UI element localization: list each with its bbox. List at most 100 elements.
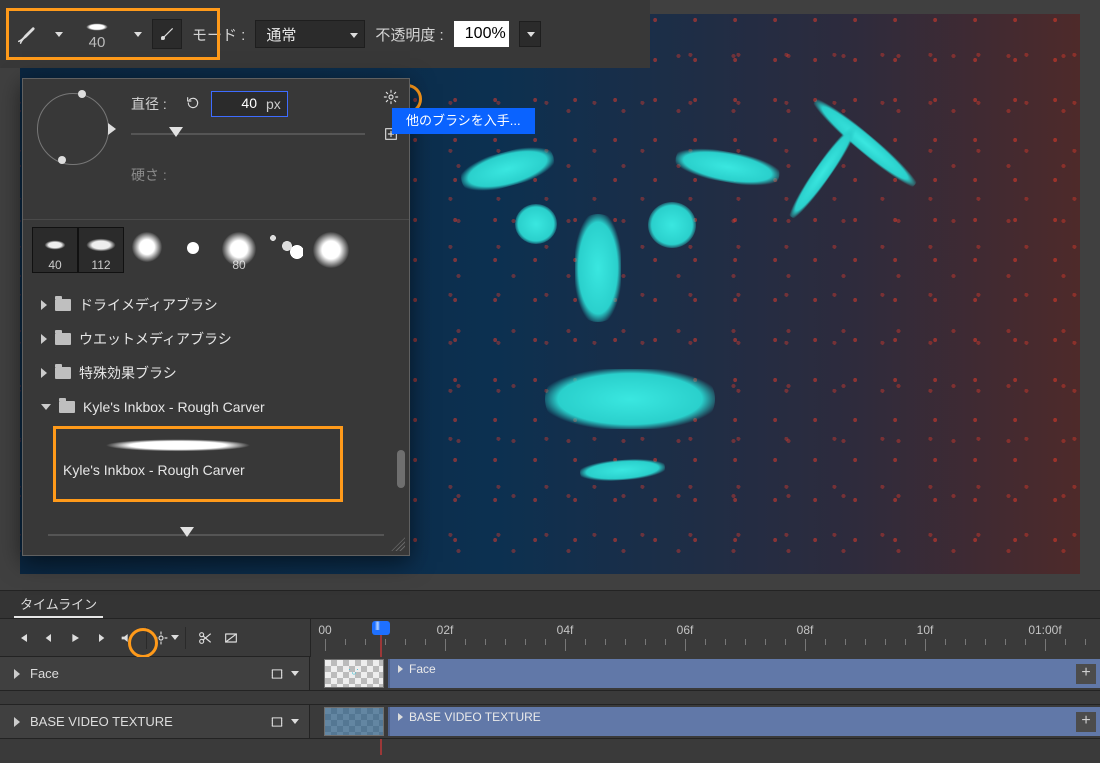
brush-preset-panel: 直径 : 40 px 硬さ : — [22, 78, 410, 556]
brush-preset-dropdown-icon[interactable] — [134, 32, 142, 37]
add-keyframe-button[interactable]: + — [1076, 712, 1096, 732]
recent-brush-size: 40 — [48, 258, 61, 272]
clip-base[interactable]: BASE VIDEO TEXTURE — [388, 707, 1100, 736]
brush-folder-wet[interactable]: ウエットメディアブラシ — [23, 322, 409, 356]
recent-brush-3[interactable] — [125, 228, 169, 272]
ruler-tick-label: 04f — [557, 623, 574, 637]
recent-brush-2[interactable]: 112 — [79, 228, 123, 272]
tool-options-bar: 40 モード : 通常 不透明度 : 100% — [0, 0, 650, 68]
ruler-tick-label: 00 — [318, 623, 331, 637]
chevron-down-icon — [41, 404, 51, 410]
brush-preset-picker[interactable]: 40 — [73, 19, 121, 50]
clip-label: BASE VIDEO TEXTURE — [409, 710, 541, 724]
chevron-right-icon — [398, 665, 403, 673]
clip-thumb-face[interactable]: ˙ᵕ˙ — [324, 659, 384, 688]
timeline-gap — [0, 691, 1100, 705]
tool-dropdown-icon[interactable] — [55, 32, 63, 37]
recent-brush-4[interactable] — [171, 228, 215, 272]
brush-item-kyle-rough[interactable]: Kyle's Inkbox - Rough Carver — [23, 424, 409, 484]
recent-brush-6[interactable] — [263, 228, 307, 272]
audio-toggle-button[interactable] — [114, 625, 140, 651]
blend-mode-value: 通常 — [266, 24, 296, 45]
recent-brush-5[interactable]: 80 — [217, 228, 261, 272]
track-header-base[interactable]: BASE VIDEO TEXTURE — [0, 705, 310, 738]
ruler-tick-label: 08f — [797, 623, 814, 637]
add-keyframe-button[interactable]: + — [1076, 664, 1096, 684]
timeline-ruler[interactable]: 00 02f 04f 06f 08f 10f 01:00f — [310, 619, 1100, 657]
blend-mode-select[interactable]: 通常 — [255, 20, 365, 48]
track-header-face[interactable]: Face — [0, 657, 310, 690]
clip-thumb-base[interactable] — [324, 707, 384, 736]
folder-icon — [55, 299, 71, 311]
panel-settings-icon[interactable] — [383, 89, 399, 110]
diameter-label: 直径 : — [131, 94, 175, 114]
go-start-button[interactable] — [10, 625, 36, 651]
track-options[interactable] — [270, 667, 299, 681]
folder-icon — [55, 333, 71, 345]
folder-icon — [55, 367, 71, 379]
opacity-dropdown[interactable] — [519, 21, 541, 47]
diameter-slider[interactable] — [131, 127, 365, 141]
reset-size-icon[interactable] — [185, 95, 201, 114]
opacity-input[interactable]: 100% — [454, 21, 509, 47]
resize-grip-icon[interactable] — [391, 537, 405, 551]
folder-label: ドライメディアブラシ — [79, 295, 218, 315]
chevron-right-icon — [41, 368, 47, 378]
timeline-tabs: タイムライン — [0, 591, 1100, 619]
next-frame-button[interactable] — [88, 625, 114, 651]
brush-preview-thumb — [77, 19, 117, 35]
track-options[interactable] — [270, 715, 299, 729]
play-button[interactable] — [62, 625, 88, 651]
chevron-down-icon — [350, 33, 358, 38]
timeline-track-base: BASE VIDEO TEXTURE BASE VIDEO TEXTURE + — [0, 705, 1100, 739]
timeline-track-face: Face ˙ᵕ˙ Face + — [0, 657, 1100, 691]
diameter-input[interactable]: 40 — [212, 92, 260, 116]
track-name: Face — [30, 666, 59, 681]
brush-name-label: Kyle's Inkbox - Rough Carver — [63, 462, 245, 478]
brush-folder-fx[interactable]: 特殊効果ブラシ — [23, 356, 409, 390]
tablet-pressure-size-toggle[interactable] — [152, 19, 182, 49]
opacity-label: 不透明度 : — [375, 24, 443, 45]
hardness-label: 硬さ : — [131, 165, 175, 185]
ruler-tick-label: 10f — [917, 623, 934, 637]
clip-label: Face — [409, 662, 436, 676]
chevron-right-icon — [14, 669, 20, 679]
folder-label: 特殊効果ブラシ — [79, 363, 177, 383]
chevron-right-icon — [14, 717, 20, 727]
brush-folder-tree: ドライメディアブラシ ウエットメディアブラシ 特殊効果ブラシ Kyle's In… — [23, 280, 409, 492]
recent-brushes-row: 40 112 80 — [23, 219, 409, 280]
ruler-tick-label: 06f — [677, 623, 694, 637]
chevron-right-icon — [41, 334, 47, 344]
folder-icon — [59, 401, 75, 413]
folder-label: Kyle's Inkbox - Rough Carver — [83, 399, 265, 415]
get-more-brushes-menu-item[interactable]: 他のブラシを入手... — [392, 108, 535, 134]
ruler-tick-label: 01:00f — [1028, 623, 1061, 637]
mode-label: モード : — [192, 24, 245, 45]
transition-button[interactable] — [218, 625, 244, 651]
timeline-panel: タイムライン 00 02f 04f 06f 08f 10f 01:00f Face — [0, 590, 1100, 763]
clip-face[interactable]: Face — [388, 659, 1100, 688]
scrollbar-thumb[interactable] — [397, 450, 405, 488]
brush-stroke-preview — [63, 430, 293, 458]
ruler-tick-label: 02f — [437, 623, 454, 637]
brush-folder-kyle[interactable]: Kyle's Inkbox - Rough Carver — [23, 390, 409, 424]
chevron-right-icon — [398, 713, 403, 721]
brush-size-readout: 40 — [89, 35, 106, 50]
split-clip-button[interactable] — [192, 625, 218, 651]
chevron-down-icon — [291, 719, 299, 724]
brush-angle-widget[interactable] — [37, 93, 109, 165]
prev-frame-button[interactable] — [36, 625, 62, 651]
chevron-right-icon — [41, 300, 47, 310]
timeline-settings-button[interactable] — [153, 625, 179, 651]
recent-brush-7[interactable] — [309, 228, 353, 272]
folder-label: ウエットメディアブラシ — [79, 329, 232, 349]
timeline-tab[interactable]: タイムライン — [14, 591, 103, 618]
diameter-unit: px — [260, 92, 287, 116]
chevron-down-icon — [291, 671, 299, 676]
track-name: BASE VIDEO TEXTURE — [30, 714, 173, 729]
recent-brush-1[interactable]: 40 — [33, 228, 77, 272]
brush-folder-dry[interactable]: ドライメディアブラシ — [23, 288, 409, 322]
brush-tool-icon[interactable] — [12, 14, 42, 54]
thumbnail-size-slider[interactable] — [48, 527, 384, 543]
playhead[interactable] — [372, 621, 390, 635]
